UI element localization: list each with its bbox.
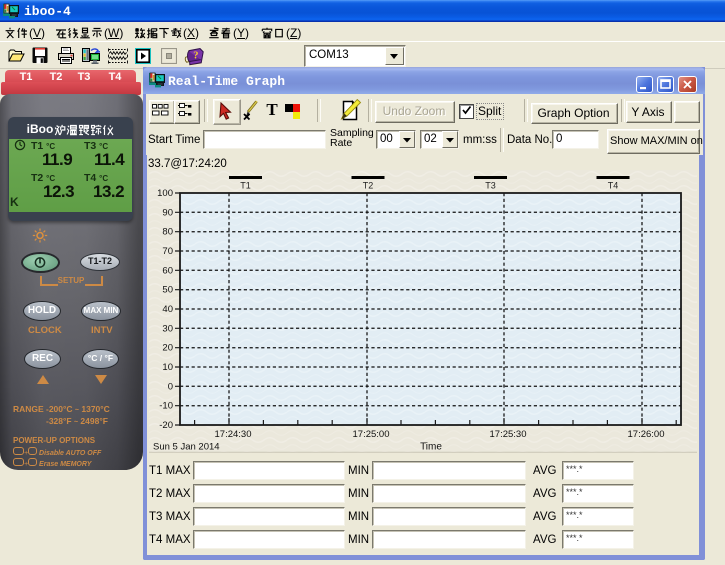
svg-text:T1: T1	[240, 181, 251, 191]
svg-text:17:25:30: 17:25:30	[490, 429, 527, 440]
svg-text:70: 70	[162, 246, 173, 257]
svg-text:10: 10	[162, 362, 173, 373]
svg-text:?: ?	[193, 51, 198, 62]
svg-text:40: 40	[162, 304, 173, 315]
svg-text:17:26:00: 17:26:00	[628, 429, 665, 440]
svg-text:T4: T4	[608, 181, 619, 191]
svg-text:17:25:00: 17:25:00	[353, 429, 390, 440]
svg-text:20: 20	[162, 343, 173, 354]
svg-text:30: 30	[162, 323, 173, 334]
svg-text:Time: Time	[420, 442, 442, 453]
svg-text:17:24:30: 17:24:30	[215, 429, 252, 440]
svg-text:-10: -10	[159, 401, 173, 412]
svg-text:60: 60	[162, 265, 173, 276]
svg-text:80: 80	[162, 227, 173, 238]
svg-text:-20: -20	[159, 420, 173, 431]
svg-text:T2: T2	[363, 181, 374, 191]
svg-text:T3: T3	[485, 181, 496, 191]
svg-text:50: 50	[162, 285, 173, 296]
svg-text:Sun 5 Jan 2014: Sun 5 Jan 2014	[153, 442, 220, 453]
svg-text:100: 100	[157, 188, 173, 199]
svg-text:0: 0	[168, 381, 173, 392]
svg-text:90: 90	[162, 207, 173, 218]
